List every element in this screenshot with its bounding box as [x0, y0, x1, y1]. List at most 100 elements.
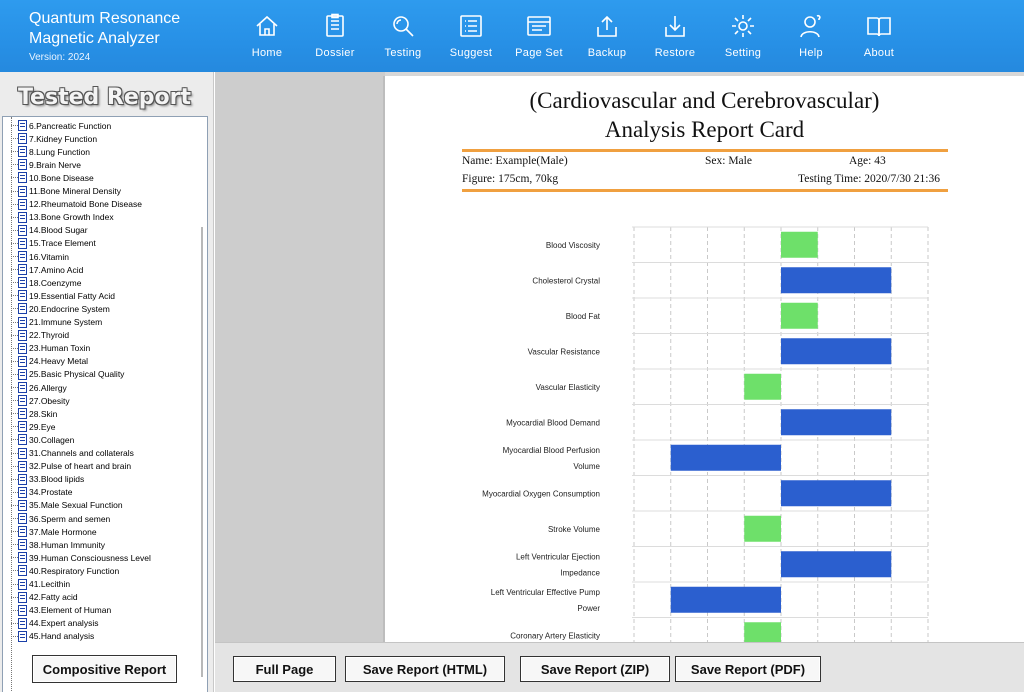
nav-help[interactable]: Help: [777, 0, 845, 72]
tree-item[interactable]: 37.Male Hormone: [11, 525, 97, 538]
nav-label: Testing: [384, 47, 422, 59]
tree-item[interactable]: 26.Allergy: [11, 381, 67, 394]
tree-item[interactable]: 13.Bone Growth Index: [11, 211, 114, 224]
tree-connector-dash: [11, 308, 18, 310]
nav-testing[interactable]: Testing: [369, 0, 437, 72]
nav-label: Restore: [654, 47, 696, 59]
tree-item[interactable]: 29.Eye: [11, 420, 55, 433]
document-icon: [18, 552, 27, 564]
save-html-button[interactable]: Save Report (HTML): [345, 656, 505, 682]
save-pdf-button[interactable]: Save Report (PDF): [675, 656, 821, 682]
report-tree[interactable]: 6.Pancreatic Function 7.Kidney Function 8.…: [2, 116, 208, 692]
tree-scrollbar[interactable]: [201, 227, 203, 677]
tree-item[interactable]: 24.Heavy Metal: [11, 355, 88, 368]
tree-item-label: 34.Prostate: [29, 487, 73, 498]
tree-item[interactable]: 25.Basic Physical Quality: [11, 368, 124, 381]
chart-category-label: Power: [577, 604, 600, 613]
nav-page-set[interactable]: Page Set: [505, 0, 573, 72]
chart-bar: [781, 338, 892, 365]
tree-item[interactable]: 21.Immune System: [11, 316, 102, 329]
tree-item[interactable]: 27.Obesity: [11, 394, 70, 407]
tree-item[interactable]: 43.Element of Human: [11, 604, 111, 617]
nav-home[interactable]: Home: [233, 0, 301, 72]
document-icon: [18, 526, 27, 538]
nav-label: About: [863, 47, 895, 59]
tree-item[interactable]: 11.Bone Mineral Density: [11, 185, 121, 198]
tree-item-label: 33.Blood lipids: [29, 474, 85, 485]
nav-restore[interactable]: Restore: [641, 0, 709, 72]
tree-item[interactable]: 14.Blood Sugar: [11, 224, 88, 237]
document-icon: [18, 133, 27, 145]
nav-backup[interactable]: Backup: [573, 0, 641, 72]
tree-item-label: 18.Coenzyme: [29, 277, 82, 288]
tree-item-label: 12.Rheumatoid Bone Disease: [29, 199, 142, 210]
report-paper[interactable]: (Cardiovascular and Cerebrovascular) Ana…: [385, 76, 1024, 642]
tree-item[interactable]: 39.Human Consciousness Level: [11, 551, 151, 564]
tree-item-label: 44.Expert analysis: [29, 618, 99, 629]
chart-bar: [781, 302, 818, 329]
tree-item-label: 30.Collagen: [29, 434, 75, 445]
app-brand: Quantum Resonance Magnetic Analyzer Vers…: [29, 9, 180, 63]
save-zip-button[interactable]: Save Report (ZIP): [520, 656, 670, 682]
nav-label: Suggest: [449, 47, 493, 59]
tree-item[interactable]: 20.Endocrine System: [11, 302, 110, 315]
tree-item[interactable]: 7.Kidney Function: [11, 132, 97, 145]
chart-bar: [781, 267, 892, 294]
tree-item-label: 27.Obesity: [29, 395, 70, 406]
nav-dossier[interactable]: Dossier: [301, 0, 369, 72]
tree-item-label: 31.Channels and collaterals: [29, 448, 134, 458]
tree-item[interactable]: 16.Vitamin: [11, 250, 69, 263]
patient-figure: Figure: 175cm, 70kg: [462, 173, 559, 185]
tree-item[interactable]: 28.Skin: [11, 407, 57, 420]
tree-item[interactable]: 19.Essential Fatty Acid: [11, 289, 115, 302]
tree-connector-dash: [11, 413, 18, 415]
tree-connector-dash: [11, 583, 18, 585]
full-page-button[interactable]: Full Page: [233, 656, 336, 682]
chart-category-label: Myocardial Blood Perfusion: [503, 446, 600, 455]
nav-about[interactable]: About: [845, 0, 913, 72]
tree-connector-dash: [11, 465, 18, 467]
tree-item-label: 19.Essential Fatty Acid: [29, 290, 115, 301]
tree-item[interactable]: 35.Male Sexual Function: [11, 499, 123, 512]
tree-connector-dash: [11, 635, 18, 637]
nav-suggest[interactable]: Suggest: [437, 0, 505, 72]
tree-item[interactable]: 30.Collagen: [11, 433, 74, 446]
tree-item[interactable]: 23.Human Toxin: [11, 342, 90, 355]
tree-connector-dash: [11, 216, 18, 218]
tree-connector-dash: [11, 491, 18, 493]
document-icon: [18, 355, 27, 367]
tree-item[interactable]: 6.Pancreatic Function: [11, 119, 111, 132]
tree-item[interactable]: 40.Respiratory Function: [11, 564, 119, 577]
tree-item[interactable]: 10.Bone Disease: [11, 171, 94, 184]
sidebar-title-wrap: Tested Report: [0, 76, 209, 118]
tree-item[interactable]: 38.Human Immunity: [11, 538, 105, 551]
tree-item[interactable]: 45.Hand analysis: [11, 630, 94, 643]
tree-item[interactable]: 41.Lecithin: [11, 578, 70, 591]
document-icon: [18, 473, 27, 485]
tree-connector-dash: [11, 373, 18, 375]
upload-icon: [597, 15, 617, 37]
tree-item[interactable]: 22.Thyroid: [11, 329, 69, 342]
tree-item[interactable]: 33.Blood lipids: [11, 473, 84, 486]
tree-item[interactable]: 9.Brain Nerve: [11, 158, 81, 171]
tree-item[interactable]: 15.Trace Element: [11, 237, 96, 250]
tree-item[interactable]: 34.Prostate: [11, 486, 72, 499]
tree-item[interactable]: 32.Pulse of heart and brain: [11, 460, 131, 473]
tree-item[interactable]: 36.Sperm and semen: [11, 512, 110, 525]
document-icon: [18, 368, 27, 380]
tree-item[interactable]: 12.Rheumatoid Bone Disease: [11, 198, 142, 211]
compositive-report-button[interactable]: Compositive Report: [32, 655, 177, 683]
tree-item-label: 21.Immune System: [29, 317, 103, 327]
tree-item[interactable]: 31.Channels and collaterals: [11, 447, 134, 460]
nav-setting[interactable]: Setting: [709, 0, 777, 72]
tree-connector-dash: [11, 151, 18, 153]
tree-item[interactable]: 18.Coenzyme: [11, 276, 81, 289]
tree-item[interactable]: 42.Fatty acid: [11, 591, 78, 604]
tree-item[interactable]: 44.Expert analysis: [11, 617, 98, 630]
tree-item-label: 15.Trace Element: [29, 238, 96, 249]
tree-item[interactable]: 8.Lung Function: [11, 145, 90, 158]
tree-item-label: 17.Amino Acid: [29, 264, 84, 275]
tree-item-label: 6.Pancreatic Function: [29, 120, 112, 131]
tree-item[interactable]: 17.Amino Acid: [11, 263, 83, 276]
patient-age: Age: 43: [849, 155, 886, 167]
